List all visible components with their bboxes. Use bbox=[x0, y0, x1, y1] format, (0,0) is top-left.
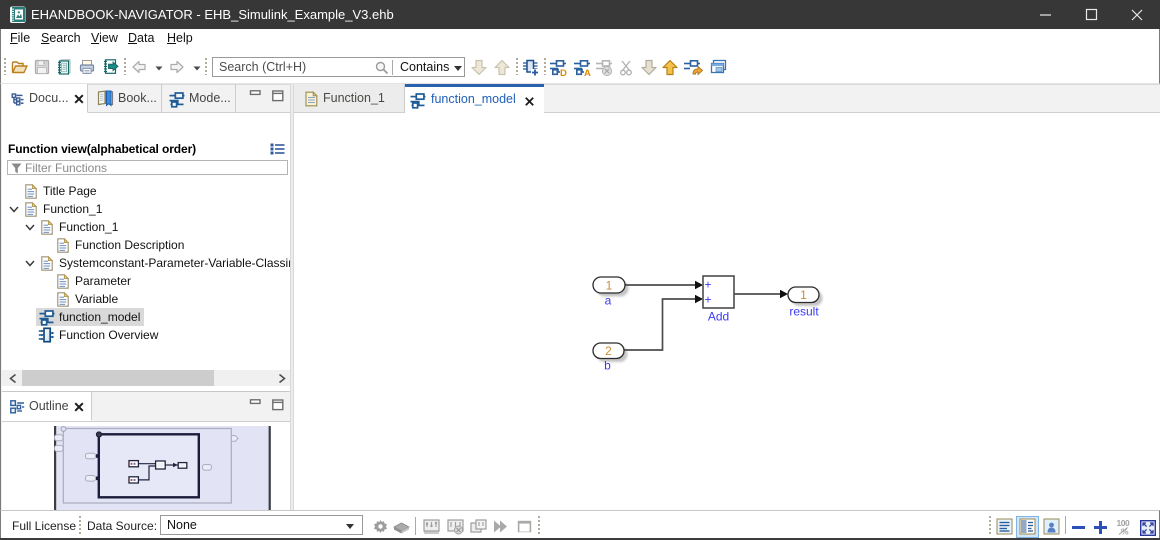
svg-text:D: D bbox=[560, 68, 567, 76]
svg-text:2: 2 bbox=[605, 344, 612, 358]
svg-text:b: b bbox=[604, 359, 611, 373]
svg-text:1: 1 bbox=[606, 279, 613, 293]
svg-text:A: A bbox=[584, 68, 591, 76]
svg-text:1: 1 bbox=[800, 288, 807, 302]
svg-text:Add: Add bbox=[708, 310, 729, 324]
svg-text:result: result bbox=[789, 305, 819, 319]
svg-text:+: + bbox=[705, 293, 712, 307]
svg-text:+: + bbox=[705, 278, 712, 292]
svg-text:a: a bbox=[605, 294, 612, 308]
